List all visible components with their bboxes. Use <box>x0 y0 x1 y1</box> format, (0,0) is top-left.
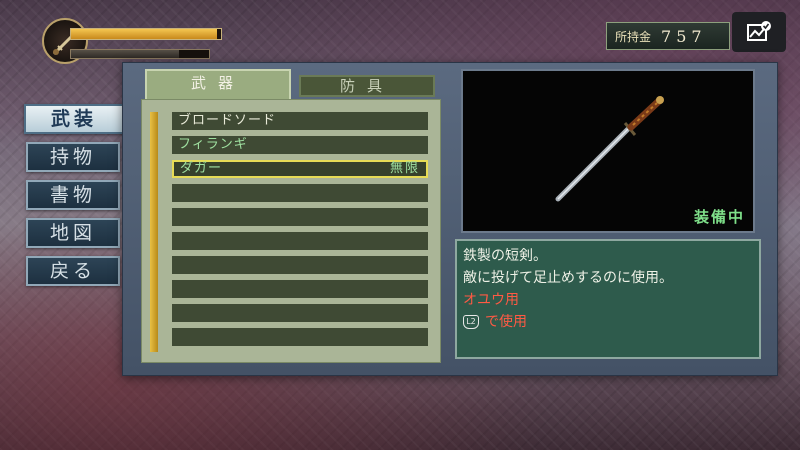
description-line: 鉄製の短剣。 <box>463 248 547 264</box>
list-item[interactable]: ブロードソード <box>172 112 428 130</box>
menu-item-inventory[interactable]: 持物 <box>26 142 120 172</box>
menu-item-equipment[interactable]: 武装 <box>24 104 124 134</box>
list-item-selected[interactable]: ダガー 無限 <box>172 160 428 178</box>
item-preview: 装備中 <box>461 69 755 233</box>
item-name: フィランギ <box>178 137 248 152</box>
usage-text: で使用 <box>485 314 527 330</box>
list-item-empty <box>172 256 428 274</box>
list-item-empty <box>172 208 428 226</box>
description-line: 敵に投げて足止めするのに使用。 <box>463 270 673 286</box>
share-screenshot-button[interactable] <box>732 12 786 52</box>
tab-weapons[interactable]: 武器 <box>145 69 291 103</box>
tab-armor[interactable]: 防具 <box>299 75 435 97</box>
description-usage: L2 で使用 <box>463 311 753 333</box>
list-item-empty <box>172 184 428 202</box>
money-value: 757 <box>661 26 707 46</box>
menu-item-back[interactable]: 戻る <box>26 256 120 286</box>
money-label: 所持金 <box>615 29 652 44</box>
l2-button-icon: L2 <box>463 315 479 329</box>
item-name: ブロードソード <box>178 113 277 128</box>
list-item-empty <box>172 280 428 298</box>
item-quantity: 無限 <box>389 161 420 176</box>
side-menu: 武装 持物 書物 地図 戻る <box>24 104 128 294</box>
item-name: ダガー <box>180 161 223 176</box>
list-item[interactable]: フィランギ <box>172 136 428 154</box>
health-bar <box>70 28 222 40</box>
description-user: オユウ用 <box>463 292 519 308</box>
special-bar <box>70 49 210 59</box>
share-screenshot-icon <box>747 21 771 41</box>
menu-item-books[interactable]: 書物 <box>26 180 120 210</box>
special-bar-fill <box>71 50 179 58</box>
list-item-empty <box>172 232 428 250</box>
menu-item-map[interactable]: 地図 <box>26 218 120 248</box>
equipped-status: 装備中 <box>693 208 745 226</box>
list-item-empty <box>172 304 428 322</box>
item-list: ブロードソード フィランギ ダガー 無限 <box>141 99 441 363</box>
equipment-panel: 武器 防具 ブロードソード フィランギ ダガー 無限 装備中 鉄製の短剣。 敵に… <box>122 62 778 376</box>
health-bar-fill <box>71 29 217 39</box>
scrollbar-thumb[interactable] <box>150 112 158 352</box>
item-description: 鉄製の短剣。 敵に投げて足止めするのに使用。 オユウ用 L2 で使用 <box>455 239 761 359</box>
list-item-empty <box>172 328 428 346</box>
money-display: 所持金 757 <box>606 22 730 50</box>
